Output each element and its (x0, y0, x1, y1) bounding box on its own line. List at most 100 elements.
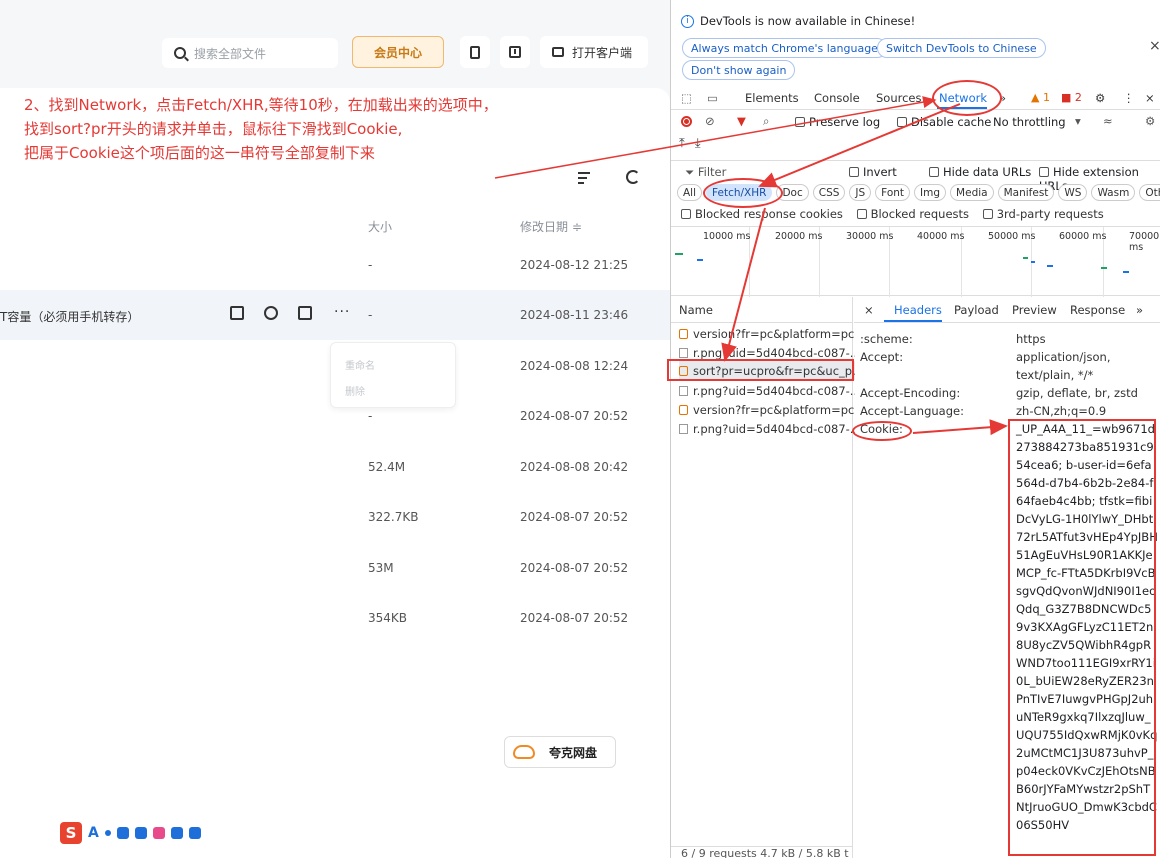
import-icon[interactable]: ⤒ (679, 136, 685, 151)
refresh-icon[interactable] (626, 170, 640, 184)
file-row[interactable]: 53M 2024-08-07 20:52 (0, 543, 670, 593)
ime-mode-icon[interactable]: A (88, 825, 99, 841)
phone-button[interactable] (460, 36, 490, 68)
throttling-select[interactable]: No throttling (993, 115, 1066, 129)
warning-count[interactable]: ▲ 1 (1031, 91, 1050, 104)
timeline-tick: 60000 ms (1059, 231, 1107, 242)
tab-sources[interactable]: Sources (876, 91, 922, 105)
request-row[interactable]: version?fr=pc&platform=pc (679, 324, 855, 343)
device-toolbar-icon[interactable]: ▭ (707, 91, 718, 105)
column-size[interactable]: 大小 (368, 218, 392, 235)
phone-icon (470, 45, 480, 59)
record-icon[interactable] (681, 116, 692, 127)
network-timeline[interactable]: 10000 ms 20000 ms 30000 ms 40000 ms 5000… (671, 226, 1160, 297)
filter-other[interactable]: Other (1139, 184, 1160, 201)
clear-icon[interactable]: ⊘ (705, 114, 715, 128)
blocked-requests-checkbox[interactable]: Blocked requests (856, 207, 969, 221)
download-icon (509, 46, 521, 58)
file-row[interactable]: 52.4M 2024-08-08 20:42 (0, 442, 670, 492)
keyboard-icon[interactable] (134, 827, 147, 839)
skin-icon[interactable] (152, 827, 165, 839)
filter-img[interactable]: Img (914, 184, 947, 201)
settings-icon[interactable]: ⚙ (1095, 91, 1105, 105)
hide-data-urls-checkbox[interactable]: Hide data URLs (929, 165, 1031, 179)
export-icon[interactable]: ⤓ (695, 136, 701, 151)
file-row[interactable]: 354KB 2024-08-07 20:52 (0, 593, 670, 643)
error-count[interactable]: ■ 2 (1061, 91, 1082, 104)
close-devtools-icon[interactable]: × (1145, 91, 1155, 105)
search-input[interactable]: 搜索全部文件 (162, 38, 338, 68)
delete-menu-item[interactable]: 删除 (345, 383, 365, 398)
search-icon (174, 47, 186, 59)
more-icon[interactable]: ··· (334, 304, 350, 320)
devtools-tabbar: ⬚ ▭ Elements Console Sources Network » ▲… (671, 86, 1160, 110)
download-icon[interactable] (230, 306, 244, 320)
network-toolbar: ⊘ ▼ ⌕ Preserve log Disable cache No thro… (671, 110, 1160, 134)
preserve-log-checkbox[interactable]: Preserve log (795, 115, 880, 129)
filter-manifest[interactable]: Manifest (997, 184, 1055, 201)
third-party-checkbox[interactable]: 3rd-party requests (982, 207, 1104, 221)
highlight-fetch-xhr (703, 178, 783, 208)
dont-show-button[interactable]: Don't show again (682, 60, 796, 80)
xhr-icon (679, 404, 688, 415)
name-column-header[interactable]: Name (671, 297, 852, 323)
filter-wasm[interactable]: Wasm (1091, 184, 1136, 201)
blocked-cookies-checkbox[interactable]: Blocked response cookies (681, 207, 843, 221)
move-icon[interactable] (298, 306, 312, 320)
request-row[interactable]: version?fr=pc&platform=pc (679, 400, 855, 419)
tab-payload[interactable]: Payload (954, 303, 999, 317)
game-icon[interactable] (170, 827, 183, 839)
close-detail-icon[interactable]: × (864, 303, 874, 317)
tab-preview[interactable]: Preview (1012, 303, 1057, 317)
download-button[interactable] (500, 36, 530, 68)
detail-tabs: × Headers Payload Preview Response » (854, 297, 1160, 323)
tab-console[interactable]: Console (814, 91, 860, 105)
image-icon (679, 385, 688, 396)
filter-js[interactable]: JS (849, 184, 872, 201)
punct-icon[interactable] (104, 830, 111, 836)
search-icon[interactable]: ⌕ (763, 114, 769, 129)
sort-icon[interactable] (578, 172, 592, 186)
filter-font[interactable]: Font (875, 184, 911, 201)
network-settings-icon[interactable]: ⚙ (1145, 114, 1155, 128)
timeline-request-bar (1123, 271, 1129, 273)
vip-center-button[interactable]: 会员中心 (352, 36, 444, 68)
tab-headers[interactable]: Headers (894, 303, 942, 317)
file-size: - (368, 308, 373, 322)
filter-input[interactable]: ⏷ Filter (685, 165, 726, 180)
header-value: application/json, text/plain, */* (1016, 350, 1111, 382)
sogou-icon[interactable]: S (60, 822, 82, 844)
toolbox-icon[interactable] (188, 827, 201, 839)
mic-icon[interactable] (116, 827, 129, 839)
file-row[interactable]: T容量（必须用手机转存） ··· - 2024-08-11 23:46 (0, 290, 670, 340)
more-detail-tabs-icon[interactable]: » (1136, 303, 1143, 317)
close-infobar-icon[interactable]: × (1149, 38, 1160, 54)
share-icon[interactable] (264, 306, 278, 320)
disable-cache-checkbox[interactable]: Disable cache (897, 115, 991, 129)
filter-css[interactable]: CSS (812, 184, 846, 201)
request-row[interactable]: r.png?uid=5d404bcd-c087-... (679, 419, 855, 438)
tab-response[interactable]: Response (1070, 303, 1125, 317)
cloud-icon (513, 745, 535, 759)
filter-all[interactable]: All (677, 184, 703, 201)
switch-chinese-button[interactable]: Switch DevTools to Chinese (877, 38, 1046, 58)
inspect-icon[interactable]: ⬚ (681, 91, 692, 105)
filter-ws[interactable]: WS (1058, 184, 1088, 201)
filter-icon[interactable]: ▼ (737, 114, 746, 128)
filter-media[interactable]: Media (950, 184, 994, 201)
request-row[interactable]: r.png?uid=5d404bcd-c087-... (679, 381, 855, 400)
kebab-menu-icon[interactable]: ⋮ (1123, 91, 1135, 105)
chevron-down-icon[interactable]: ▾ (1075, 114, 1081, 128)
invert-checkbox[interactable]: Invert (849, 165, 897, 179)
file-size: 53M (368, 561, 394, 575)
open-client-button[interactable]: 打开客户端 (540, 36, 648, 68)
file-row[interactable]: - 2024-08-12 21:25 (0, 240, 670, 290)
file-name: T容量（必须用手机转存） (0, 310, 140, 324)
rename-menu-item[interactable]: 重命名 (345, 357, 375, 372)
file-row[interactable]: 322.7KB 2024-08-07 20:52 (0, 492, 670, 542)
wifi-icon[interactable]: ≈ (1103, 114, 1113, 128)
match-language-button[interactable]: Always match Chrome's language (682, 38, 887, 58)
column-modified[interactable]: 修改日期 ≑ (520, 218, 582, 235)
tab-elements[interactable]: Elements (745, 91, 799, 105)
context-menu: 重命名 删除 (330, 342, 456, 408)
